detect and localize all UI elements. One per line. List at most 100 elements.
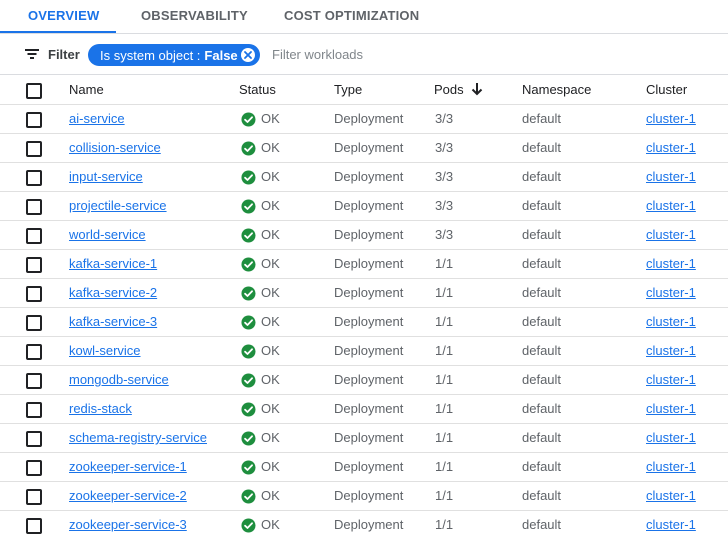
cluster-link[interactable]: cluster-1 (646, 372, 696, 387)
column-header-cluster[interactable]: Cluster (646, 75, 687, 104)
row-checkbox[interactable] (26, 402, 42, 418)
row-checkbox[interactable] (26, 373, 42, 389)
check-circle-icon (241, 459, 261, 475)
pods-cell: 1/1 (435, 372, 454, 387)
workload-name-link[interactable]: collision-service (69, 140, 161, 155)
workload-name-link[interactable]: kafka-service-3 (69, 314, 157, 329)
cluster-link[interactable]: cluster-1 (646, 459, 696, 474)
row-checkbox[interactable] (26, 257, 42, 273)
column-header-status[interactable]: Status (239, 75, 276, 104)
type-cell: Deployment (334, 488, 404, 503)
tab-cost-optimization[interactable]: COST OPTIMIZATION (284, 0, 419, 31)
status-cell: OK (241, 424, 280, 452)
arrow-down-icon[interactable] (470, 82, 484, 101)
table-row: zookeeper-service-2 OK Deployment 1/1 defaul… (0, 481, 728, 510)
cluster-link[interactable]: cluster-1 (646, 256, 696, 271)
pods-cell: 3/3 (435, 111, 454, 126)
workload-name-link[interactable]: schema-registry-service (69, 430, 207, 445)
row-checkbox[interactable] (26, 170, 42, 186)
status-text: OK (261, 459, 280, 474)
status-cell: OK (241, 453, 280, 481)
type-cell: Deployment (334, 459, 404, 474)
cluster-link[interactable]: cluster-1 (646, 401, 696, 416)
pods-cell: 1/1 (435, 256, 454, 271)
filter-chip-system-object[interactable]: Is system object : False (88, 44, 260, 66)
table-row: zookeeper-service-1 OK Deployment 1/1 defaul… (0, 452, 728, 481)
table-row: kafka-service-1 OK Deployment 1/1 default clu… (0, 249, 728, 278)
tab-observability[interactable]: OBSERVABILITY (141, 0, 248, 31)
status-text: OK (261, 343, 280, 358)
row-checkbox[interactable] (26, 112, 42, 128)
table-row: world-service OK Deployment 3/3 default clust… (0, 220, 728, 249)
cluster-link[interactable]: cluster-1 (646, 517, 696, 532)
filter-button[interactable]: Filter (24, 43, 80, 65)
namespace-cell: default (522, 372, 562, 387)
filter-list-icon (24, 47, 40, 61)
cluster-link[interactable]: cluster-1 (646, 169, 696, 184)
type-cell: Deployment (334, 401, 404, 416)
status-text: OK (261, 256, 280, 271)
cluster-link[interactable]: cluster-1 (646, 285, 696, 300)
column-header-namespace[interactable]: Namespace (522, 75, 591, 104)
cluster-link[interactable]: cluster-1 (646, 227, 696, 242)
cluster-link[interactable]: cluster-1 (646, 111, 696, 126)
cluster-link[interactable]: cluster-1 (646, 314, 696, 329)
tab-overview[interactable]: OVERVIEW (28, 0, 99, 31)
row-checkbox[interactable] (26, 460, 42, 476)
table-row: projectile-service OK Deployment 3/3 default… (0, 191, 728, 220)
column-header-name[interactable]: Name (69, 75, 104, 104)
cluster-link[interactable]: cluster-1 (646, 198, 696, 213)
row-checkbox[interactable] (26, 489, 42, 505)
type-cell: Deployment (334, 169, 404, 184)
filter-workloads-input[interactable] (272, 44, 572, 64)
check-circle-icon (241, 488, 261, 504)
namespace-cell: default (522, 314, 562, 329)
row-checkbox[interactable] (26, 344, 42, 360)
table-row: schema-registry-service OK Deployment 1/1 de… (0, 423, 728, 452)
status-text: OK (261, 169, 280, 184)
workload-name-link[interactable]: zookeeper-service-3 (69, 517, 187, 532)
status-text: OK (261, 372, 280, 387)
cancel-icon[interactable] (241, 48, 255, 62)
workload-name-link[interactable]: redis-stack (69, 401, 132, 416)
workload-name-link[interactable]: input-service (69, 169, 143, 184)
row-checkbox[interactable] (26, 518, 42, 534)
table-row: kafka-service-2 OK Deployment 1/1 default clu… (0, 278, 728, 307)
workload-name-link[interactable]: kafka-service-2 (69, 285, 157, 300)
status-text: OK (261, 198, 280, 213)
cluster-link[interactable]: cluster-1 (646, 488, 696, 503)
workload-name-link[interactable]: zookeeper-service-2 (69, 488, 187, 503)
workload-name-link[interactable]: kafka-service-1 (69, 256, 157, 271)
namespace-cell: default (522, 488, 562, 503)
column-header-type[interactable]: Type (334, 75, 362, 104)
tab-bar: OVERVIEW OBSERVABILITY COST OPTIMIZATION (0, 0, 728, 33)
workload-name-link[interactable]: mongodb-service (69, 372, 169, 387)
cluster-link[interactable]: cluster-1 (646, 430, 696, 445)
workload-name-link[interactable]: ai-service (69, 111, 125, 126)
row-checkbox[interactable] (26, 431, 42, 447)
pods-cell: 3/3 (435, 169, 454, 184)
workload-name-link[interactable]: projectile-service (69, 198, 167, 213)
check-circle-icon (241, 285, 261, 301)
namespace-cell: default (522, 430, 562, 445)
cluster-link[interactable]: cluster-1 (646, 343, 696, 358)
workload-name-link[interactable]: world-service (69, 227, 146, 242)
status-cell: OK (241, 134, 280, 162)
status-cell: OK (241, 337, 280, 365)
table-row: zookeeper-service-3 OK Deployment 1/1 defaul… (0, 510, 728, 539)
check-circle-icon (241, 343, 261, 359)
row-checkbox[interactable] (26, 199, 42, 215)
table-row: mongodb-service OK Deployment 1/1 default clu… (0, 365, 728, 394)
pods-cell: 1/1 (435, 488, 454, 503)
row-checkbox[interactable] (26, 141, 42, 157)
row-checkbox[interactable] (26, 315, 42, 331)
row-checkbox[interactable] (26, 286, 42, 302)
cluster-link[interactable]: cluster-1 (646, 140, 696, 155)
workload-name-link[interactable]: zookeeper-service-1 (69, 459, 187, 474)
workload-name-link[interactable]: kowl-service (69, 343, 141, 358)
row-checkbox[interactable] (26, 228, 42, 244)
filter-chip-key: Is system object : (100, 47, 201, 63)
column-header-pods[interactable]: Pods (434, 75, 464, 104)
status-text: OK (261, 285, 280, 300)
select-all-checkbox[interactable] (26, 83, 42, 99)
